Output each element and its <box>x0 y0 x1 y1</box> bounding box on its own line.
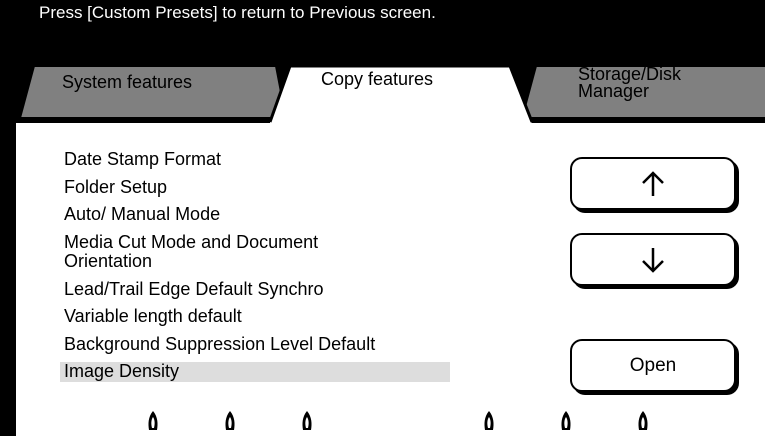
drop-icon <box>302 411 312 430</box>
drop-icon <box>561 411 571 430</box>
drop-icon <box>638 411 648 430</box>
drop-icon <box>225 411 235 430</box>
list-item[interactable]: Date Stamp Format <box>60 149 450 170</box>
list-item[interactable]: Folder Setup <box>60 177 450 198</box>
indicator-row <box>0 410 765 436</box>
arrow-down-icon <box>642 247 664 273</box>
tab-storage-disk-manager-label: Storage/Disk Manager <box>578 64 682 101</box>
scroll-up-button[interactable] <box>570 157 736 210</box>
open-button[interactable]: Open <box>570 339 736 392</box>
feature-list: Date Stamp Format Folder Setup Auto/ Man… <box>60 149 450 390</box>
drop-icon <box>484 411 494 430</box>
list-item[interactable]: Background Suppression Level Default <box>60 334 450 355</box>
tab-copy-features-label: Copy features <box>321 69 434 89</box>
drop-icon <box>148 411 158 430</box>
list-item[interactable]: Lead/Trail Edge Default Synchro <box>60 279 450 300</box>
list-item[interactable]: Auto/ Manual Mode <box>60 204 450 225</box>
tab-system-features[interactable]: System features <box>18 60 288 120</box>
scroll-down-button[interactable] <box>570 233 736 286</box>
list-item-selected[interactable]: Image Density <box>60 361 450 382</box>
list-item[interactable]: Media Cut Mode and Document Orientation <box>60 232 398 272</box>
instruction-text: Press [Custom Presets] to return to Prev… <box>39 3 436 22</box>
arrow-up-icon <box>642 170 664 196</box>
open-button-label: Open <box>629 354 677 376</box>
screen-frame: Press [Custom Presets] to return to Prev… <box>0 0 765 436</box>
tab-system-features-label: System features <box>62 72 193 92</box>
tab-storage-disk-manager[interactable]: Storage/Disk Manager <box>520 60 765 120</box>
list-item[interactable]: Variable length default <box>60 306 450 327</box>
tab-copy-features[interactable]: Copy features <box>270 60 532 126</box>
